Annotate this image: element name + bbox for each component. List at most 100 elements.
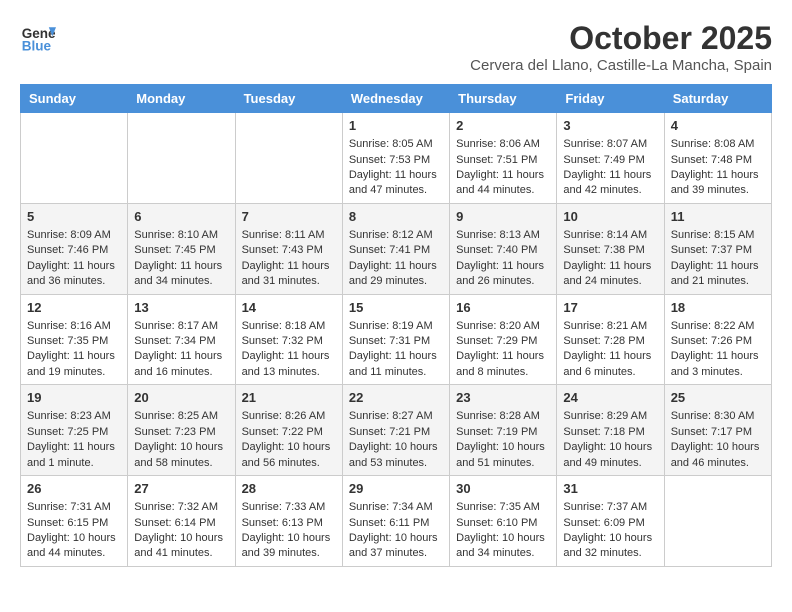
cell-content: Daylight: 11 hours and 6 minutes. [563, 349, 657, 380]
day-number: 18 [671, 299, 765, 317]
calendar-table: SundayMondayTuesdayWednesdayThursdayFrid… [20, 84, 772, 567]
cell-content: Daylight: 11 hours and 19 minutes. [27, 349, 121, 380]
cell-content: Sunrise: 8:06 AM [456, 137, 550, 152]
cell-content: Sunrise: 8:21 AM [563, 319, 657, 334]
calendar-cell: 19Sunrise: 8:23 AMSunset: 7:25 PMDayligh… [21, 385, 128, 476]
location-subtitle: Cervera del Llano, Castille-La Mancha, S… [470, 57, 772, 74]
cell-content: Sunrise: 8:11 AM [242, 228, 336, 243]
cell-content: Daylight: 11 hours and 21 minutes. [671, 259, 765, 290]
calendar-cell: 17 Sunrise: 8:21 AMSunset: 7:28 PMDayligh… [557, 294, 664, 385]
cell-content: Daylight: 10 hours and 56 minutes. [242, 440, 336, 471]
cell-content: Sunset: 6:10 PM [456, 516, 550, 531]
day-number: 31 [563, 480, 657, 498]
calendar-cell: 18Sunrise: 8:22 AMSunset: 7:26 PMDayligh… [664, 294, 771, 385]
calendar-cell: 15Sunrise: 8:19 AMSunset: 7:31 PMDayligh… [342, 294, 449, 385]
day-number: 28 [242, 480, 336, 498]
day-number: 5 [27, 208, 121, 226]
days-header-row: SundayMondayTuesdayWednesdayThursdayFrid… [21, 85, 772, 113]
cell-content: Daylight: 10 hours and 51 minutes. [456, 440, 550, 471]
calendar-cell: 27Sunrise: 7:32 AMSunset: 6:14 PMDayligh… [128, 476, 235, 567]
day-number: 4 [671, 117, 765, 135]
day-number: 1 [349, 117, 443, 135]
calendar-cell: 6Sunrise: 8:10 AMSunset: 7:45 PMDaylight… [128, 203, 235, 294]
logo-icon: General Blue [20, 20, 56, 56]
cell-content: Sunrise: 8:17 AM [134, 319, 228, 334]
cell-content: Sunrise: 8:26 AM [242, 409, 336, 424]
day-header-thursday: Thursday [450, 85, 557, 113]
calendar-cell: 21Sunrise: 8:26 AMSunset: 7:22 PMDayligh… [235, 385, 342, 476]
cell-content: Daylight: 10 hours and 41 minutes. [134, 531, 228, 562]
cell-content: Sunset: 7:21 PM [349, 425, 443, 440]
cell-content: Daylight: 11 hours and 31 minutes. [242, 259, 336, 290]
month-title: October 2025 [470, 20, 772, 57]
logo: General Blue [20, 20, 56, 56]
calendar-cell: 3Sunrise: 8:07 AMSunset: 7:49 PMDaylight… [557, 113, 664, 204]
cell-content: Sunset: 7:48 PM [671, 153, 765, 168]
cell-content: Daylight: 10 hours and 32 minutes. [563, 531, 657, 562]
day-number: 22 [349, 389, 443, 407]
title-section: October 2025 Cervera del Llano, Castille… [470, 20, 772, 74]
week-row-1: 1Sunrise: 8:05 AMSunset: 7:53 PMDaylight… [21, 113, 772, 204]
calendar-cell: 31Sunrise: 7:37 AMSunset: 6:09 PMDayligh… [557, 476, 664, 567]
cell-content: Sunrise: 8:23 AM [27, 409, 121, 424]
cell-content: Sunrise: 8:25 AM [134, 409, 228, 424]
cell-content: Sunrise: 7:34 AM [349, 500, 443, 515]
calendar-cell: 7Sunrise: 8:11 AMSunset: 7:43 PMDaylight… [235, 203, 342, 294]
day-number: 12 [27, 299, 121, 317]
cell-content: Daylight: 10 hours and 49 minutes. [563, 440, 657, 471]
week-row-4: 19Sunrise: 8:23 AMSunset: 7:25 PMDayligh… [21, 385, 772, 476]
cell-content: Sunset: 7:49 PM [563, 153, 657, 168]
calendar-cell: 2Sunrise: 8:06 AMSunset: 7:51 PMDaylight… [450, 113, 557, 204]
day-number: 25 [671, 389, 765, 407]
calendar-cell: 12Sunrise: 8:16 AMSunset: 7:35 PMDayligh… [21, 294, 128, 385]
cell-content: Sunrise: 8:05 AM [349, 137, 443, 152]
cell-content: Daylight: 10 hours and 37 minutes. [349, 531, 443, 562]
cell-content: Sunrise: 8:15 AM [671, 228, 765, 243]
cell-content: Sunset: 7:28 PM [563, 334, 657, 349]
day-number: 6 [134, 208, 228, 226]
cell-content: Daylight: 11 hours and 44 minutes. [456, 168, 550, 199]
cell-content: Daylight: 11 hours and 16 minutes. [134, 349, 228, 380]
day-number: 26 [27, 480, 121, 498]
calendar-cell: 5Sunrise: 8:09 AMSunset: 7:46 PMDaylight… [21, 203, 128, 294]
cell-content: Sunset: 6:13 PM [242, 516, 336, 531]
day-number: 17 [563, 299, 657, 317]
cell-content: Sunrise: 8:09 AM [27, 228, 121, 243]
cell-content: Daylight: 11 hours and 36 minutes. [27, 259, 121, 290]
calendar-cell: 13Sunrise: 8:17 AMSunset: 7:34 PMDayligh… [128, 294, 235, 385]
cell-content: Sunset: 7:40 PM [456, 243, 550, 258]
cell-content: Daylight: 10 hours and 39 minutes. [242, 531, 336, 562]
cell-content: Sunrise: 7:33 AM [242, 500, 336, 515]
cell-content: Sunrise: 8:20 AM [456, 319, 550, 334]
cell-content: Sunset: 6:09 PM [563, 516, 657, 531]
day-number: 13 [134, 299, 228, 317]
day-number: 2 [456, 117, 550, 135]
day-header-friday: Friday [557, 85, 664, 113]
cell-content: Sunset: 6:14 PM [134, 516, 228, 531]
cell-content: Daylight: 11 hours and 24 minutes. [563, 259, 657, 290]
cell-content: Sunset: 7:35 PM [27, 334, 121, 349]
day-number: 7 [242, 208, 336, 226]
day-number: 27 [134, 480, 228, 498]
cell-content: Daylight: 11 hours and 11 minutes. [349, 349, 443, 380]
day-number: 10 [563, 208, 657, 226]
cell-content: Sunrise: 8:08 AM [671, 137, 765, 152]
cell-content: Daylight: 10 hours and 53 minutes. [349, 440, 443, 471]
cell-content: Sunset: 7:26 PM [671, 334, 765, 349]
cell-content: Sunset: 7:45 PM [134, 243, 228, 258]
calendar-cell: 20Sunrise: 8:25 AMSunset: 7:23 PMDayligh… [128, 385, 235, 476]
cell-content: Sunset: 7:17 PM [671, 425, 765, 440]
cell-content: Sunset: 7:38 PM [563, 243, 657, 258]
calendar-cell: 1Sunrise: 8:05 AMSunset: 7:53 PMDaylight… [342, 113, 449, 204]
cell-content: Sunset: 6:11 PM [349, 516, 443, 531]
cell-content: Sunrise: 8:27 AM [349, 409, 443, 424]
cell-content: Sunrise: 7:31 AM [27, 500, 121, 515]
cell-content: Sunrise: 8:30 AM [671, 409, 765, 424]
calendar-cell [21, 113, 128, 204]
week-row-2: 5Sunrise: 8:09 AMSunset: 7:46 PMDaylight… [21, 203, 772, 294]
cell-content: Daylight: 10 hours and 44 minutes. [27, 531, 121, 562]
day-number: 8 [349, 208, 443, 226]
cell-content: Daylight: 11 hours and 47 minutes. [349, 168, 443, 199]
calendar-cell: 10Sunrise: 8:14 AMSunset: 7:38 PMDayligh… [557, 203, 664, 294]
calendar-cell: 14Sunrise: 8:18 AMSunset: 7:32 PMDayligh… [235, 294, 342, 385]
